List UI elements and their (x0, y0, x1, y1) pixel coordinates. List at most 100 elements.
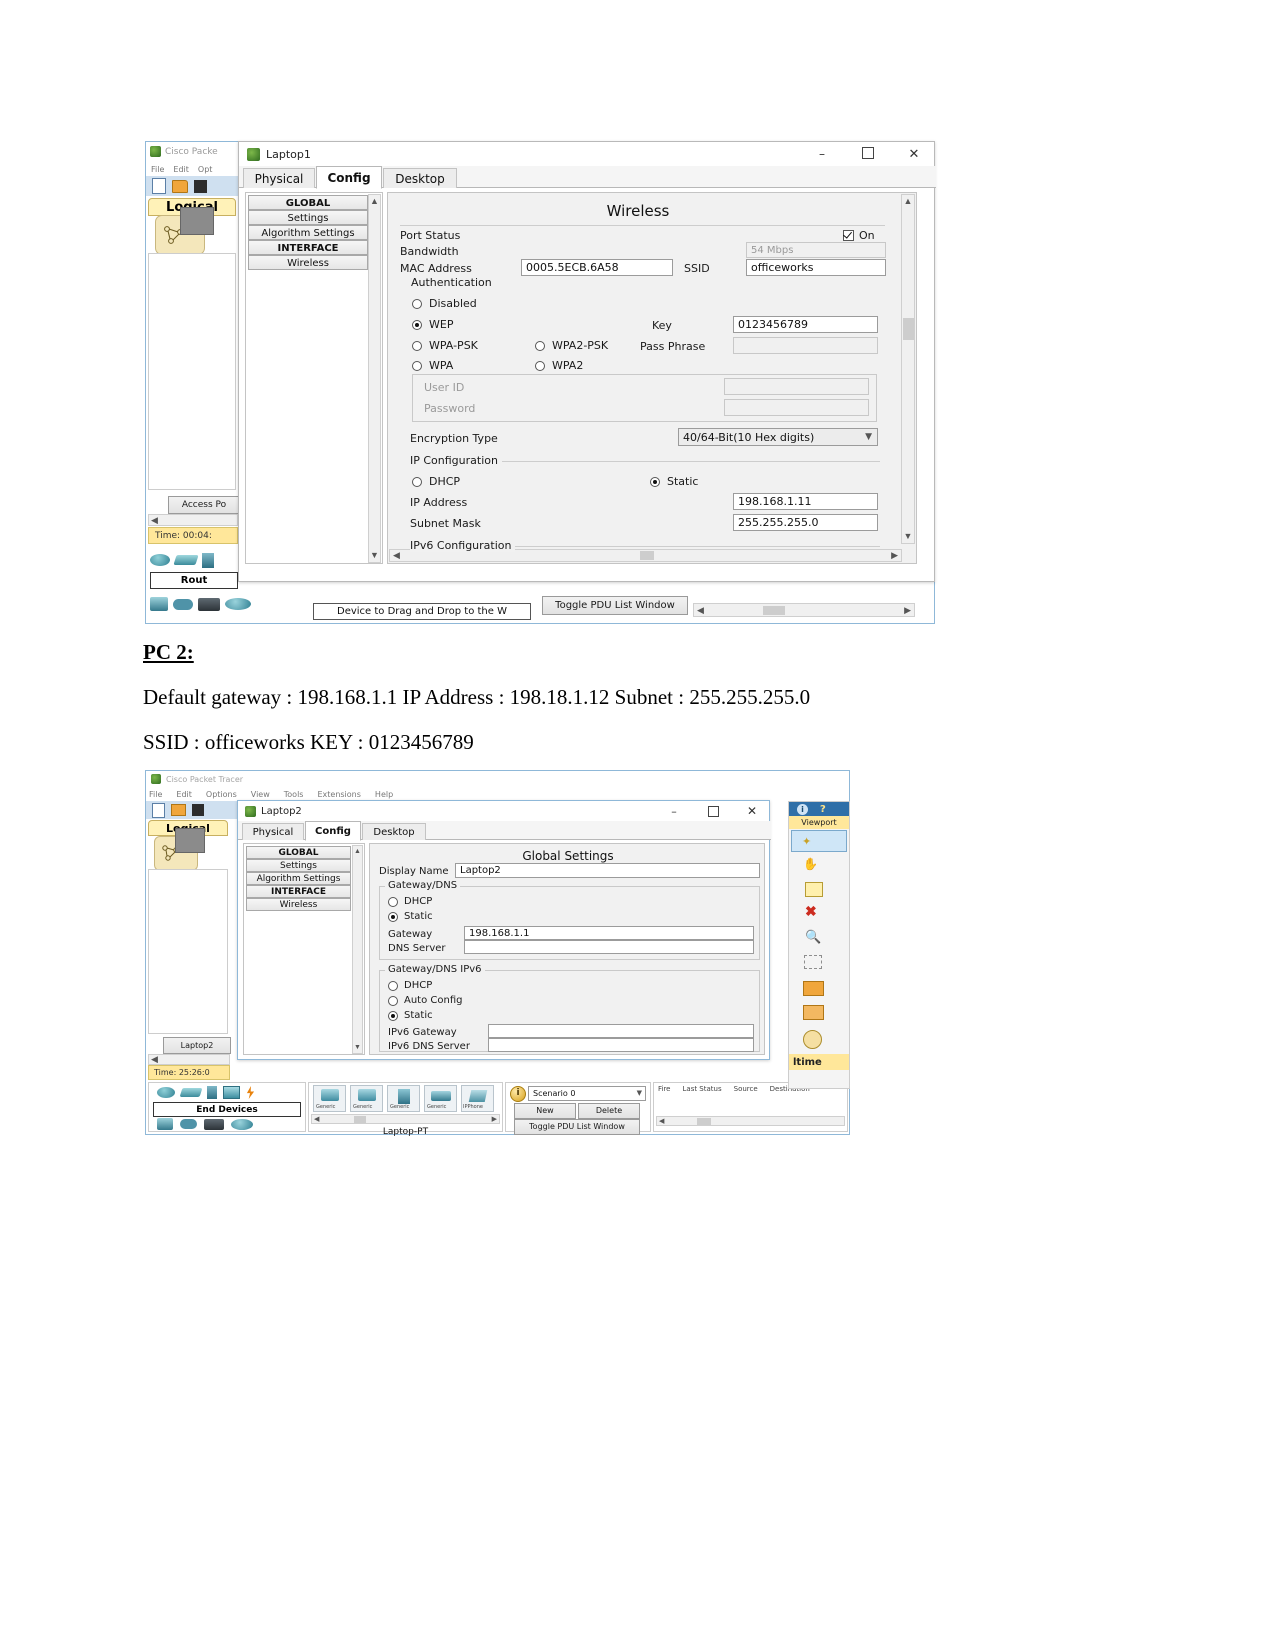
device-name-button-1[interactable]: Access Po (168, 496, 240, 514)
menu-options-2[interactable]: Options (206, 790, 237, 799)
canvas-area-2[interactable] (148, 869, 228, 1034)
device-palette-row-a-2[interactable] (157, 1086, 255, 1099)
pdu-list-panel-2[interactable]: Fire Last Status Source Destination ◀ (653, 1082, 848, 1132)
auth-option-wep[interactable]: WEP (412, 318, 453, 331)
device-type-generic-4[interactable]: Generic (424, 1085, 457, 1112)
ipv6-gateway-input[interactable] (488, 1024, 754, 1038)
tab-physical-2[interactable]: Physical (242, 823, 304, 840)
tab-config-2[interactable]: Config (305, 821, 361, 841)
device-type-scroll-left-icon[interactable]: ◀ (314, 1115, 319, 1123)
gateway-input[interactable]: 198.168.1.1 (464, 926, 754, 940)
workspace-canvas-2[interactable] (175, 828, 205, 853)
device-palette-row-1[interactable] (150, 549, 238, 571)
device-type-generic-3[interactable]: Generic (387, 1085, 420, 1112)
wireless-device-icon-2[interactable] (223, 1086, 240, 1099)
pass-phrase-input[interactable] (733, 337, 878, 354)
ip-dhcp-radio-icon[interactable] (412, 476, 422, 487)
laptop1-window[interactable]: Laptop1 – ✕ Physical Config Desktop GLOB… (238, 141, 936, 582)
scroll-left-icon-2[interactable]: ◀ (151, 1055, 158, 1064)
port-status-check-icon[interactable] (843, 230, 854, 241)
right-toolbar-panel-2[interactable]: i ? Viewport ✦ ✋ ✖ 🔍 ltime (788, 801, 850, 1089)
nav-scroll-down-icon-1[interactable]: ▼ (370, 551, 379, 560)
save-icon[interactable] (194, 179, 207, 193)
laptop1-minimize-button[interactable]: – (802, 147, 842, 161)
ip-address-input[interactable]: 198.168.1.11 (733, 493, 878, 510)
menu-file-2[interactable]: File (149, 790, 162, 799)
switch-icon-2[interactable] (179, 1088, 203, 1097)
nav-interface-2[interactable]: INTERFACE (246, 885, 351, 898)
cloud-icon-1[interactable] (173, 598, 193, 610)
ip-dhcp-option[interactable]: DHCP (412, 475, 460, 488)
auth-option-wpa-psk[interactable]: WPA-PSK (412, 339, 478, 352)
laptop2-close-button[interactable]: ✕ (735, 804, 769, 818)
panel-scroll-left-icon[interactable]: ◀ (393, 551, 400, 560)
device-type-ipphone[interactable]: IPPhone (461, 1085, 494, 1112)
panel-scroll-down-icon[interactable]: ▼ (904, 532, 913, 541)
wireless-panel-vscroll-thumb[interactable] (903, 318, 914, 340)
new-file-icon-2[interactable] (152, 802, 165, 818)
laptop2-minimize-button[interactable]: – (657, 805, 691, 818)
toggle-pdu-button-2[interactable]: Toggle PDU List Window (514, 1119, 640, 1135)
info-icon[interactable]: i (510, 1086, 526, 1102)
delete-scenario-button[interactable]: Delete (578, 1103, 640, 1119)
wireless-panel-vscrollbar[interactable]: ▲ ▼ (901, 194, 915, 544)
auth-radio-disabled-icon[interactable] (412, 298, 422, 309)
key-input[interactable]: 0123456789 (733, 316, 878, 333)
laptop2-nav-panel[interactable]: GLOBAL Settings Algorithm Settings INTER… (243, 843, 365, 1055)
password-input[interactable] (724, 399, 869, 416)
menu-extensions-2[interactable]: Extensions (317, 790, 360, 799)
scenario-panel-2[interactable]: i Scenario 0 ▼ New Delete Toggle PDU Lis… (505, 1082, 651, 1135)
auth-radio-wpa-psk-icon[interactable] (412, 340, 422, 351)
laptop2-tabstrip[interactable]: Physical Config Desktop (238, 821, 771, 841)
device-palette-row2-1[interactable] (150, 593, 255, 615)
ipv6-dhcp-radio-icon[interactable] (388, 980, 398, 991)
pdu-scroll-left-icon-1[interactable]: ◀ (697, 605, 704, 615)
nav-vscrollbar-2[interactable]: ▲ ▼ (352, 845, 363, 1054)
display-name-input[interactable]: Laptop2 (455, 863, 760, 878)
ip-static-option[interactable]: Static (650, 475, 698, 488)
laptop2-titlebar[interactable]: Laptop2 – ✕ (238, 801, 769, 822)
gateway-static-option[interactable]: Static (388, 911, 433, 922)
nav-scroll-up-icon-1[interactable]: ▲ (370, 197, 379, 206)
device-palette-row-b-2[interactable] (157, 1118, 253, 1130)
mac-address-input[interactable]: 0005.5ECB.6A58 (521, 259, 673, 276)
encryption-type-select[interactable]: 40/64-Bit(10 Hex digits) ▼ (678, 428, 878, 446)
nav-scroll-up-icon-2[interactable]: ▲ (354, 848, 361, 855)
new-file-icon[interactable] (152, 178, 166, 194)
scenario-select[interactable]: Scenario 0 ▼ (528, 1086, 646, 1101)
new-scenario-button[interactable]: New (514, 1103, 576, 1119)
user-id-input[interactable] (724, 378, 869, 395)
server-icon-1[interactable] (225, 598, 251, 610)
device-group-button-1[interactable]: Rout (150, 572, 238, 589)
panel-scroll-right-icon[interactable]: ▶ (891, 551, 898, 560)
nav-global-1[interactable]: GLOBAL (248, 195, 368, 210)
laptop2-window[interactable]: Laptop2 – ✕ Physical Config Desktop GLOB… (237, 800, 771, 1060)
hub-icon-2[interactable] (207, 1086, 217, 1099)
menu-view-2[interactable]: View (251, 790, 270, 799)
nav-wireless-2[interactable]: Wireless (246, 898, 351, 911)
ssid-input[interactable]: officeworks (746, 259, 886, 276)
laptop1-close-button[interactable]: ✕ (894, 147, 934, 162)
viewport-tab[interactable]: Viewport (789, 816, 849, 829)
dns-server-input[interactable] (464, 940, 754, 954)
tool-clock-button[interactable] (791, 1028, 847, 1052)
laptop2-maximize-button[interactable] (696, 802, 730, 821)
help-question-icon[interactable]: ? (820, 804, 826, 815)
tool-inspect-button[interactable]: 🔍 (791, 926, 847, 948)
device-type-generic-2[interactable]: Generic (350, 1085, 383, 1112)
hub-icon-1[interactable] (202, 552, 214, 568)
gateway-static-radio-icon[interactable] (388, 911, 398, 922)
laptop-icon-1[interactable] (198, 597, 220, 611)
chevron-down-icon-encryption[interactable]: ▼ (865, 432, 872, 442)
auth-radio-wpa2-icon[interactable] (535, 360, 545, 371)
workspace-canvas-1[interactable] (180, 207, 214, 235)
ip-static-radio-icon[interactable] (650, 476, 660, 487)
pdu-hscrollbar-2[interactable]: ◀ (656, 1116, 845, 1126)
open-folder-icon-2[interactable] (171, 804, 186, 816)
nav-algorithm-settings-2[interactable]: Algorithm Settings (246, 872, 351, 885)
auth-option-wpa2-psk[interactable]: WPA2-PSK (535, 339, 608, 352)
menu-tools-2[interactable]: Tools (284, 790, 304, 799)
nav-algorithm-settings-1[interactable]: Algorithm Settings (248, 225, 368, 240)
auth-option-disabled[interactable]: Disabled (412, 297, 477, 310)
info-circle-icon-2[interactable]: i (797, 803, 808, 815)
